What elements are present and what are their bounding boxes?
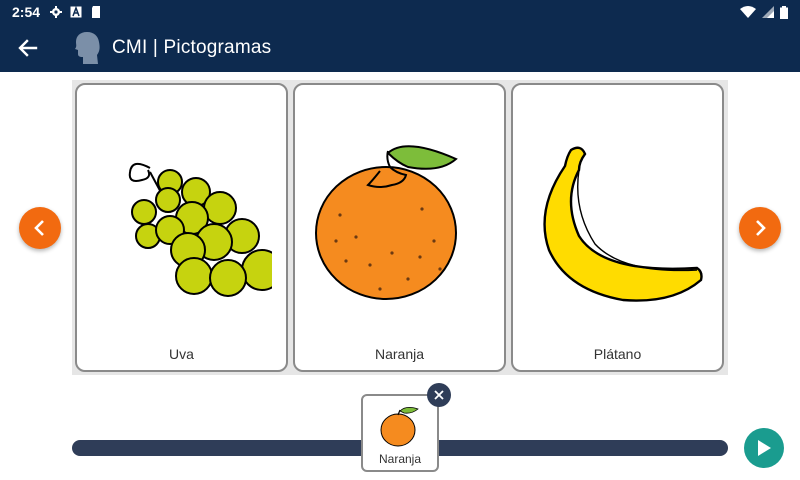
sd-card-icon (92, 6, 101, 18)
signal-icon (762, 6, 774, 18)
play-icon (758, 440, 771, 456)
arrow-back-icon (18, 39, 38, 57)
status-icons-right (740, 5, 788, 19)
head-silhouette-icon (72, 31, 102, 65)
app-root: 2:54 CMI | Pictogramas Uva Naranja Pláta… (0, 0, 800, 480)
wifi-icon (740, 6, 756, 18)
status-bar: 2:54 (0, 0, 800, 24)
pictogram-card-platano[interactable]: Plátano (511, 83, 724, 372)
status-icons-left (50, 6, 102, 18)
next-button[interactable] (739, 207, 781, 249)
pictogram-card-label: Uva (169, 346, 194, 362)
play-button[interactable] (744, 428, 784, 468)
battery-icon (780, 5, 788, 19)
pictogram-card-naranja[interactable]: Naranja (293, 83, 506, 372)
app-bar: CMI | Pictogramas (0, 24, 800, 72)
orange-icon (363, 402, 437, 450)
remove-item-button[interactable] (427, 383, 451, 407)
pictogram-card-label: Naranja (374, 346, 425, 362)
chevron-left-icon (34, 220, 44, 236)
chevron-right-icon (756, 220, 766, 236)
sentence-item-label: Naranja (378, 452, 422, 466)
close-icon (434, 390, 444, 400)
pictogram-card-uva[interactable]: Uva (75, 83, 288, 372)
keyboard-a-icon (70, 6, 82, 18)
banana-icon (513, 125, 722, 325)
back-button[interactable] (0, 24, 56, 72)
pictogram-carousel: Uva Naranja Plátano (72, 80, 728, 375)
pictogram-card-label: Plátano (593, 346, 642, 362)
sentence-item-naranja[interactable]: Naranja (361, 394, 439, 472)
orange-icon (295, 125, 504, 325)
settings-icon (50, 6, 63, 18)
grapes-icon (77, 125, 286, 325)
previous-button[interactable] (19, 207, 61, 249)
status-time: 2:54 (12, 4, 41, 20)
page-title: CMI | Pictogramas (112, 37, 272, 58)
